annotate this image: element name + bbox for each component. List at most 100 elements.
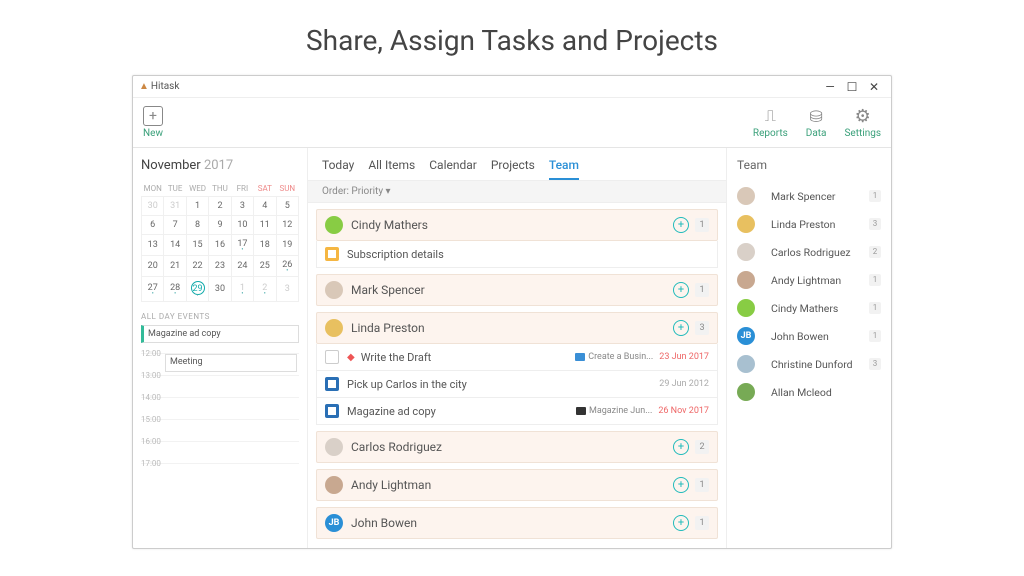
tab-today[interactable]: Today: [322, 158, 354, 180]
avatar: [325, 216, 343, 234]
page-heading: Share, Assign Tasks and Projects: [306, 24, 718, 57]
member-name: Mark Spencer: [771, 190, 861, 203]
checkbox-icon[interactable]: [325, 350, 339, 364]
folder-icon: [576, 407, 586, 415]
group-header[interactable]: Andy Lightman+1: [316, 469, 718, 501]
calendar-day[interactable]: 26: [276, 256, 298, 277]
task-row[interactable]: ◆Write the DraftCreate a Busin...23 Jun …: [316, 344, 718, 371]
add-task-icon[interactable]: +: [673, 217, 689, 233]
checkbox-icon[interactable]: [325, 377, 339, 391]
calendar-day[interactable]: 3: [276, 277, 298, 302]
team-member[interactable]: Cindy Mathers1: [737, 294, 881, 322]
team-member[interactable]: Linda Preston3: [737, 210, 881, 238]
calendar-day[interactable]: 8: [186, 216, 208, 235]
tab-calendar[interactable]: Calendar: [429, 158, 477, 180]
group-header[interactable]: Carlos Rodriguez+2: [316, 431, 718, 463]
settings-label: Settings: [844, 128, 881, 139]
calendar-day[interactable]: 25: [254, 256, 276, 277]
tab-projects[interactable]: Projects: [491, 158, 535, 180]
add-task-icon[interactable]: +: [673, 515, 689, 531]
timeline-event[interactable]: Meeting: [165, 354, 297, 372]
group-header[interactable]: JBJohn Bowen+1: [316, 507, 718, 539]
team-member[interactable]: Andy Lightman1: [737, 266, 881, 294]
group-name: John Bowen: [351, 516, 673, 530]
group-header[interactable]: Linda Preston+3: [316, 312, 718, 344]
minimize-icon[interactable]: —: [819, 80, 841, 94]
member-count: 1: [869, 302, 881, 314]
calendar-day[interactable]: 9: [209, 216, 231, 235]
time-slot: 12:00Meeting: [141, 353, 299, 375]
calendar-day[interactable]: 30: [142, 197, 164, 216]
team-member[interactable]: Carlos Rodriguez2: [737, 238, 881, 266]
close-icon[interactable]: ✕: [863, 80, 885, 94]
tabrow: Today All Items Calendar Projects Team: [308, 148, 726, 180]
allday-event[interactable]: Magazine ad copy: [141, 325, 299, 343]
calendar-day[interactable]: 7: [164, 216, 186, 235]
avatar: [325, 476, 343, 494]
tab-all-items[interactable]: All Items: [368, 158, 415, 180]
calendar-day[interactable]: 29: [186, 277, 208, 302]
checkbox-icon[interactable]: [325, 247, 339, 261]
order-dropdown[interactable]: Order: Priority ▾: [308, 180, 726, 203]
calendar-day[interactable]: 21: [164, 256, 186, 277]
team-member[interactable]: Christine Dunford3: [737, 350, 881, 378]
add-task-icon[interactable]: +: [673, 439, 689, 455]
calendar-day[interactable]: 15: [186, 235, 208, 256]
add-task-icon[interactable]: +: [673, 477, 689, 493]
task-row[interactable]: Magazine ad copyMagazine Jun...26 Nov 20…: [316, 398, 718, 425]
reports-button[interactable]: ⎍ Reports: [753, 106, 788, 139]
team-member[interactable]: JBJohn Bowen1: [737, 322, 881, 350]
member-count: 3: [869, 358, 881, 370]
app-name: Hitask: [151, 81, 180, 92]
calendar-day[interactable]: 14: [164, 235, 186, 256]
add-task-icon[interactable]: +: [673, 282, 689, 298]
team-member[interactable]: Mark Spencer1: [737, 182, 881, 210]
calendar-day[interactable]: 30: [209, 277, 231, 302]
group-header[interactable]: Mark Spencer+1: [316, 274, 718, 306]
calendar-day[interactable]: 23: [209, 256, 231, 277]
calendar-day[interactable]: 12: [276, 216, 298, 235]
calendar-day[interactable]: 16: [209, 235, 231, 256]
data-button[interactable]: ⛁ Data: [806, 106, 827, 139]
calendar-day[interactable]: 19: [276, 235, 298, 256]
calendar-day[interactable]: 31: [164, 197, 186, 216]
calendar-day[interactable]: 1: [186, 197, 208, 216]
calendar-day[interactable]: 22: [186, 256, 208, 277]
calendar-day[interactable]: 5: [276, 197, 298, 216]
calendar-day[interactable]: 28: [164, 277, 186, 302]
calendar-day[interactable]: 18: [254, 235, 276, 256]
avatar: [737, 383, 755, 401]
maximize-icon[interactable]: ☐: [841, 80, 863, 94]
team-pane: Team Mark Spencer1Linda Preston3Carlos R…: [726, 148, 891, 548]
team-member[interactable]: Allan Mcleod: [737, 378, 881, 406]
group-name: Mark Spencer: [351, 283, 673, 297]
calendar-day[interactable]: 2: [254, 277, 276, 302]
calendar-day[interactable]: 2: [209, 197, 231, 216]
tab-team[interactable]: Team: [549, 158, 579, 180]
task-title: Write the Draft: [361, 351, 576, 364]
calendar-day[interactable]: 11: [254, 216, 276, 235]
add-task-icon[interactable]: +: [673, 320, 689, 336]
member-name: John Bowen: [771, 330, 861, 343]
calendar-day[interactable]: 6: [142, 216, 164, 235]
task-row[interactable]: Pick up Carlos in the city29 Jun 2012: [316, 371, 718, 398]
calendar-day[interactable]: 10: [231, 216, 253, 235]
avatar: [325, 281, 343, 299]
calendar-day[interactable]: 27: [142, 277, 164, 302]
plus-icon: +: [143, 106, 163, 126]
calendar-grid[interactable]: MONTUEWEDTHUFRISATSUN 303112345678910111…: [141, 181, 299, 302]
calendar-day[interactable]: 13: [142, 235, 164, 256]
calendar-day[interactable]: 24: [231, 256, 253, 277]
task-row[interactable]: Subscription details: [316, 241, 718, 268]
time-slot: 17:00: [141, 463, 299, 485]
calendar-day[interactable]: 1: [231, 277, 253, 302]
calendar-day[interactable]: 4: [254, 197, 276, 216]
calendar-day[interactable]: 17: [231, 235, 253, 256]
avatar: [737, 215, 755, 233]
settings-button[interactable]: ⚙ Settings: [844, 106, 881, 139]
calendar-day[interactable]: 3: [231, 197, 253, 216]
group-header[interactable]: Cindy Mathers+1: [316, 209, 718, 241]
calendar-day[interactable]: 20: [142, 256, 164, 277]
checkbox-icon[interactable]: [325, 404, 339, 418]
new-button[interactable]: + New: [143, 106, 163, 139]
